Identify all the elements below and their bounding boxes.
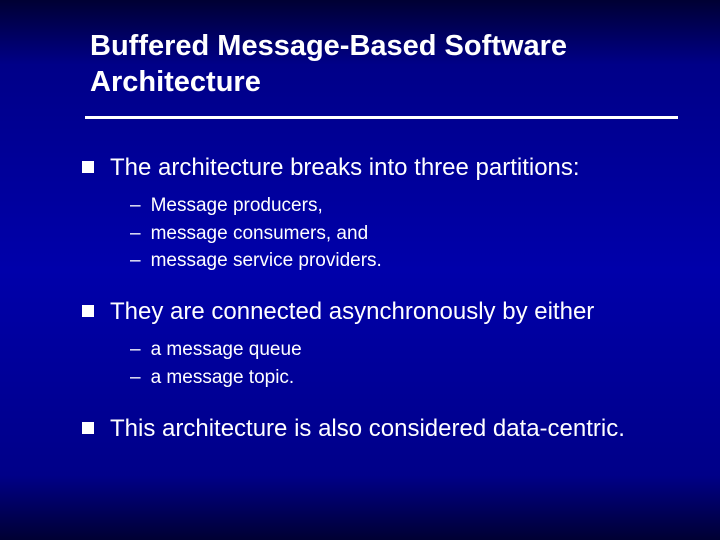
- bullet-text: This architecture is also considered dat…: [110, 413, 625, 444]
- sub-text: message consumers, and: [151, 221, 369, 247]
- dash-icon: –: [130, 337, 141, 363]
- bullet-item: This architecture is also considered dat…: [82, 413, 670, 444]
- sub-list: – a message queue – a message topic.: [130, 337, 670, 390]
- sub-text: a message queue: [151, 337, 302, 363]
- bullet-item: They are connected asynchronously by eit…: [82, 296, 670, 327]
- slide-content: The architecture breaks into three parti…: [82, 152, 670, 448]
- sub-text: Message producers,: [151, 193, 323, 219]
- bullet-item: The architecture breaks into three parti…: [82, 152, 670, 183]
- square-bullet-icon: [82, 422, 94, 434]
- slide: Buffered Message-Based Software Architec…: [0, 0, 720, 540]
- dash-icon: –: [130, 365, 141, 391]
- square-bullet-icon: [82, 305, 94, 317]
- square-bullet-icon: [82, 161, 94, 173]
- sub-item: – message consumers, and: [130, 221, 670, 247]
- dash-icon: –: [130, 193, 141, 219]
- sub-item: – message service providers.: [130, 248, 670, 274]
- sub-item: – Message producers,: [130, 193, 670, 219]
- sub-list: – Message producers, – message consumers…: [130, 193, 670, 274]
- sub-text: message service providers.: [151, 248, 382, 274]
- sub-item: – a message topic.: [130, 365, 670, 391]
- title-underline: [85, 116, 678, 119]
- sub-text: a message topic.: [151, 365, 295, 391]
- bullet-text: They are connected asynchronously by eit…: [110, 296, 594, 327]
- slide-title: Buffered Message-Based Software Architec…: [90, 28, 670, 101]
- dash-icon: –: [130, 221, 141, 247]
- dash-icon: –: [130, 248, 141, 274]
- bullet-text: The architecture breaks into three parti…: [110, 152, 580, 183]
- sub-item: – a message queue: [130, 337, 670, 363]
